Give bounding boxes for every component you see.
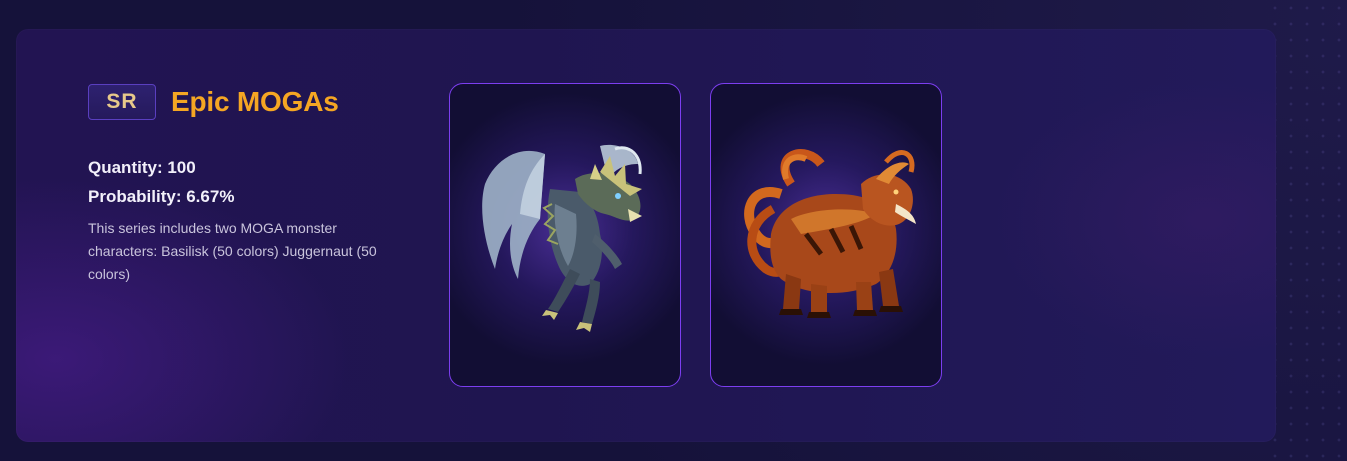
juggernaut-card[interactable] <box>710 83 942 387</box>
series-info: SR Epic MOGAs Quantity: 100 Probability:… <box>88 83 408 286</box>
series-panel: SR Epic MOGAs Quantity: 100 Probability:… <box>16 29 1276 442</box>
page: SR Epic MOGAs Quantity: 100 Probability:… <box>0 0 1347 461</box>
series-header: SR Epic MOGAs <box>88 83 408 121</box>
probability-text: Probability: 6.67% <box>88 187 235 206</box>
series-description: This series includes two MOGA monster ch… <box>88 220 377 282</box>
dot-pattern-decoration <box>1267 0 1347 461</box>
series-title: Epic MOGAs <box>171 86 339 117</box>
series-stats: Quantity: 100 Probability: 6.67% <box>88 153 408 211</box>
quantity-text: Quantity: 100 <box>88 158 196 177</box>
basilisk-card[interactable] <box>449 83 681 387</box>
juggernaut-monster-image <box>744 149 916 318</box>
rarity-badge: SR <box>88 84 156 120</box>
basilisk-monster-image <box>482 144 642 332</box>
